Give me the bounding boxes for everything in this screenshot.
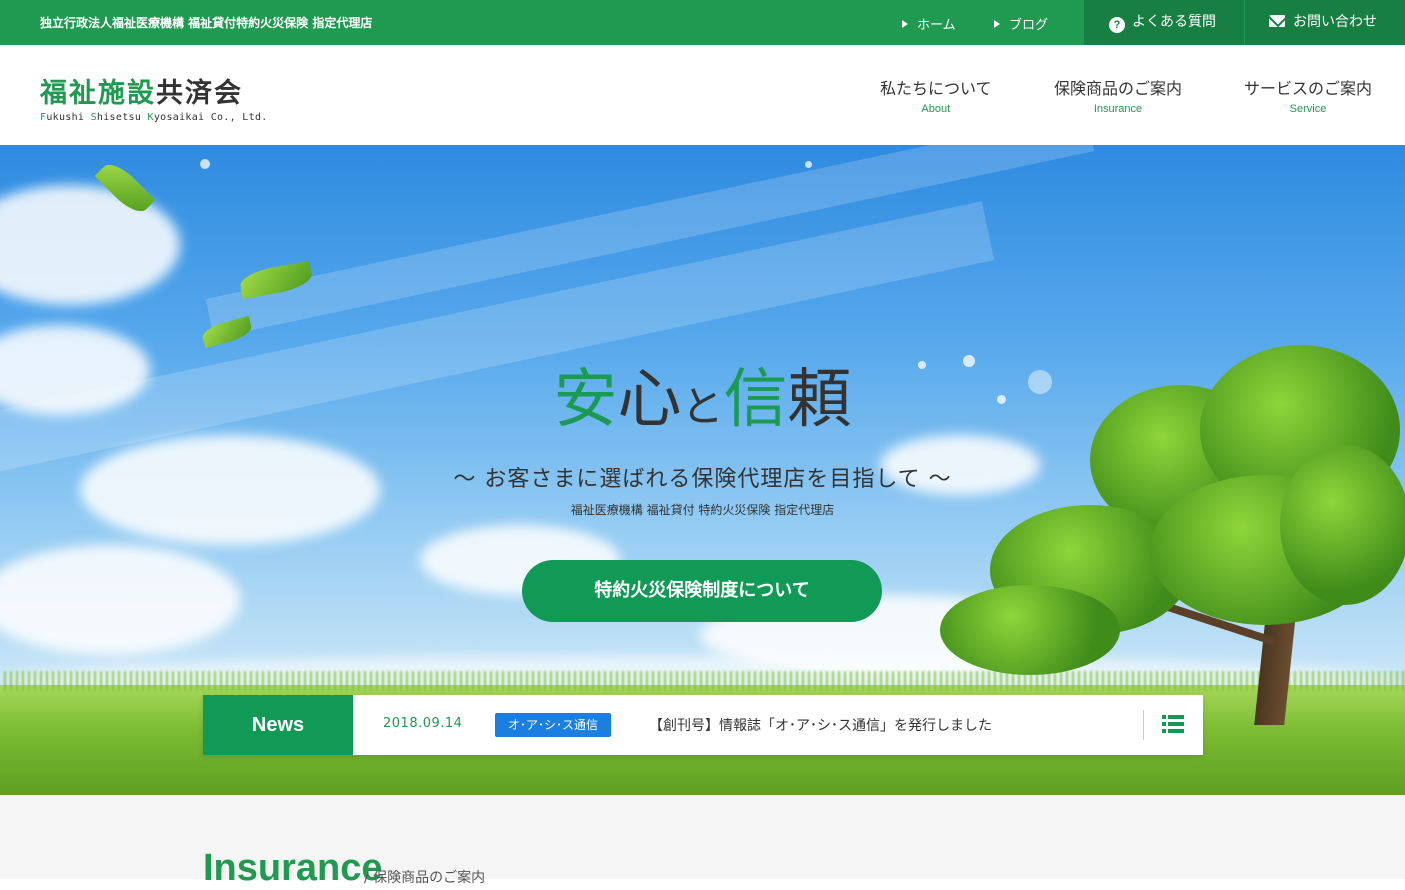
news-label: News bbox=[203, 695, 353, 755]
nav-sublabel: About bbox=[921, 103, 951, 115]
hero-title-char: と bbox=[681, 382, 724, 431]
top-bar: 独立行政法人福祉医療機構 福祉貸付特約火災保険 指定代理店 ホーム ブログ ? よ… bbox=[0, 0, 1405, 45]
nav-sublabel: Service bbox=[1289, 103, 1327, 115]
logo-text-dark: 共済会 bbox=[156, 78, 243, 109]
nav-insurance[interactable]: 保険商品のご案内 Insurance bbox=[1054, 75, 1182, 115]
top-link-home[interactable]: ホーム bbox=[902, 14, 956, 33]
news-divider bbox=[1143, 710, 1144, 740]
hero-title-char: 信 bbox=[723, 363, 788, 437]
fire-insurance-cta-button[interactable]: 特約火災保険制度について bbox=[522, 560, 882, 622]
section-title: Insurance bbox=[203, 847, 383, 889]
tree-foliage bbox=[940, 585, 1120, 675]
hero-caption: 福祉医療機構 福祉貸付 特約火災保険 指定代理店 bbox=[570, 503, 835, 517]
logo-text: 福祉施設共済会 bbox=[40, 71, 268, 110]
news-bar: News 2018.09.14 オ･ア･シ･ス通信 【創刊号】情報誌「オ･ア･シ… bbox=[203, 695, 1203, 755]
nav-about[interactable]: 私たちについて About bbox=[880, 75, 992, 115]
news-list-icon[interactable] bbox=[1162, 715, 1184, 733]
leaf bbox=[200, 315, 254, 349]
triangle-right-icon bbox=[902, 20, 908, 28]
news-headline-link[interactable]: 【創刊号】情報誌「オ･ア･シ･ス通信」を発行しました bbox=[649, 715, 992, 735]
cloud bbox=[0, 185, 180, 305]
faq-button[interactable]: ? よくある質問 bbox=[1084, 0, 1244, 45]
question-circle-icon: ? bbox=[1109, 17, 1125, 33]
site-tagline: 独立行政法人福祉医療機構 福祉貸付特約火災保険 指定代理店 bbox=[40, 16, 373, 30]
nav-sublabel: Insurance bbox=[1093, 103, 1143, 115]
hero-subtitle: ～ お客さまに選ばれる保険代理店を目指して ～ bbox=[453, 467, 952, 492]
hero-title-char: 心 bbox=[617, 363, 682, 437]
insurance-section: Insurance / 保険商品のご案内 bbox=[0, 795, 1405, 889]
hero-title-char: 安 bbox=[553, 363, 618, 437]
light-bubble bbox=[805, 161, 812, 168]
logo-english: Fukushi Shisetsu Kyosaikai Co., Ltd. bbox=[40, 112, 268, 123]
light-bubble bbox=[200, 159, 210, 169]
nav-label: サービスのご案内 bbox=[1244, 79, 1373, 98]
top-link-label: ブログ bbox=[1009, 18, 1049, 33]
site-header: 福祉施設共済会 Fukushi Shisetsu Kyosaikai Co., … bbox=[0, 45, 1405, 145]
logo-text-green: 福祉施設 bbox=[40, 78, 156, 109]
logo-en-word: yosaikai Co., Ltd. bbox=[153, 112, 268, 123]
contact-button[interactable]: お問い合わせ bbox=[1245, 0, 1405, 45]
section-subtitle: / 保険商品のご案内 bbox=[364, 870, 486, 886]
cloud bbox=[0, 545, 240, 655]
nav-service[interactable]: サービスのご案内 Service bbox=[1244, 75, 1372, 115]
hero-banner: 安心と信頼 ～ お客さまに選ばれる保険代理店を目指して ～ 福祉医療機構 福祉貸… bbox=[0, 145, 1405, 795]
envelope-icon bbox=[1269, 15, 1285, 27]
hero-title-char: 頼 bbox=[787, 363, 852, 437]
faq-label: よくある質問 bbox=[1132, 14, 1216, 30]
top-link-blog[interactable]: ブログ bbox=[994, 14, 1048, 33]
logo-en-word: hisetsu bbox=[96, 112, 148, 123]
news-category-badge[interactable]: オ･ア･シ･ス通信 bbox=[495, 713, 612, 737]
contact-label: お問い合わせ bbox=[1293, 14, 1377, 30]
hero-title: 安心と信頼 bbox=[0, 348, 1405, 440]
nav-label: 保険商品のご案内 bbox=[1054, 79, 1183, 98]
top-link-label: ホーム bbox=[917, 18, 956, 33]
site-logo[interactable]: 福祉施設共済会 Fukushi Shisetsu Kyosaikai Co., … bbox=[40, 71, 268, 123]
triangle-right-icon bbox=[994, 20, 1000, 28]
logo-en-word: ukushi bbox=[46, 112, 91, 123]
nav-label: 私たちについて bbox=[880, 79, 992, 98]
news-date: 2018.09.14 bbox=[383, 716, 463, 731]
